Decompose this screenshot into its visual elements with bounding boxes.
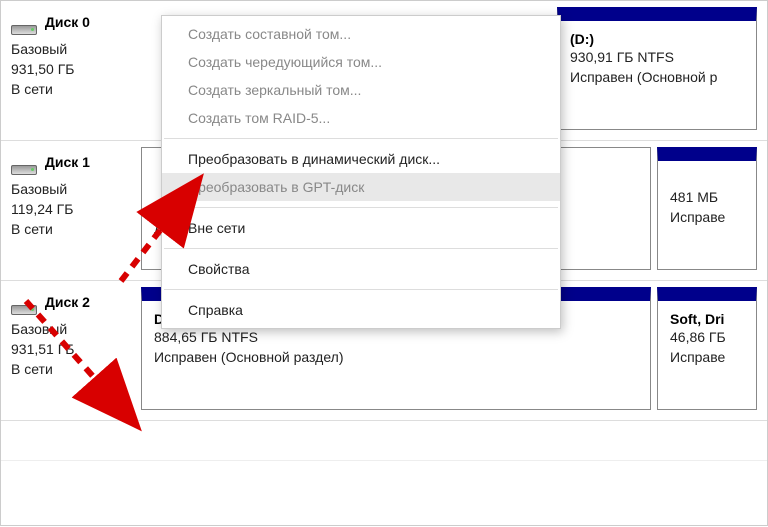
menu-help[interactable]: Справка — [162, 296, 560, 324]
disk-info[interactable]: Диск 1 Базовый 119,24 ГБ В сети — [11, 147, 141, 270]
disk-status: В сети — [11, 79, 133, 99]
menu-separator — [164, 248, 558, 249]
context-menu: Создать составной том... Создать чередую… — [161, 15, 561, 329]
menu-create-spanned: Создать составной том... — [162, 20, 560, 48]
disk-icon — [11, 25, 37, 35]
partition-size: 930,91 ГБ NTFS — [570, 47, 744, 67]
partition-size: 884,65 ГБ NTFS — [154, 327, 638, 347]
disk-info[interactable]: Диск 0 Базовый 931,50 ГБ В сети — [11, 7, 141, 130]
partition-size: 481 МБ — [670, 187, 744, 207]
disk-title: Диск 1 — [45, 154, 90, 170]
partition-small[interactable]: 481 МБ Исправе — [657, 147, 757, 270]
menu-properties[interactable]: Свойства — [162, 255, 560, 283]
menu-create-raid5: Создать том RAID-5... — [162, 104, 560, 132]
partition-d[interactable]: (D:) 930,91 ГБ NTFS Исправен (Основной р — [557, 7, 757, 130]
partition-status: Исправе — [670, 347, 744, 367]
partition-size: 46,86 ГБ — [670, 327, 744, 347]
partition-title: (D:) — [570, 31, 744, 47]
partition-status: Исправен (Основной р — [570, 67, 744, 87]
disk-status: В сети — [11, 219, 133, 239]
disk-size: 931,51 ГБ — [11, 339, 133, 359]
bottom-gap — [1, 421, 767, 461]
menu-create-striped: Создать чередующийся том... — [162, 48, 560, 76]
disk-size: 119,24 ГБ — [11, 199, 133, 219]
disk-title: Диск 0 — [45, 14, 90, 30]
partition-title — [670, 171, 744, 187]
menu-separator — [164, 289, 558, 290]
disk-icon — [11, 305, 37, 315]
disk-status: В сети — [11, 359, 133, 379]
disk-type: Базовый — [11, 319, 133, 339]
partition-status: Исправен (Основной раздел) — [154, 347, 638, 367]
disk-info[interactable]: Диск 2 Базовый 931,51 ГБ В сети — [11, 287, 141, 410]
menu-convert-dynamic[interactable]: Преобразовать в динамический диск... — [162, 145, 560, 173]
disk-icon — [11, 165, 37, 175]
menu-convert-gpt: Преобразовать в GPT-диск — [162, 173, 560, 201]
disk-type: Базовый — [11, 179, 133, 199]
menu-create-mirrored: Создать зеркальный том... — [162, 76, 560, 104]
menu-separator — [164, 138, 558, 139]
menu-offline[interactable]: Вне сети — [162, 214, 560, 242]
partition-soft[interactable]: Soft, Dri 46,86 ГБ Исправе — [657, 287, 757, 410]
partition-title: Soft, Dri — [670, 311, 744, 327]
disk-title: Диск 2 — [45, 294, 90, 310]
disk-type: Базовый — [11, 39, 133, 59]
disk-size: 931,50 ГБ — [11, 59, 133, 79]
partition-status: Исправе — [670, 207, 744, 227]
menu-separator — [164, 207, 558, 208]
